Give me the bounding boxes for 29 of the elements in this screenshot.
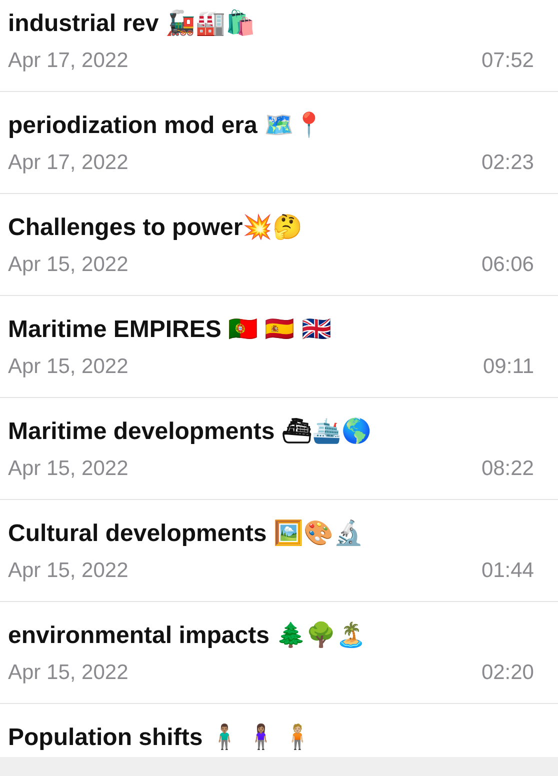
memo-date: Apr 15, 2022: [8, 252, 128, 278]
memo-date: Apr 17, 2022: [8, 48, 128, 74]
memo-duration: 02:23: [481, 150, 534, 176]
memo-row[interactable]: Maritime EMPIRES 🇵🇹 🇪🇸 🇬🇧 Apr 15, 2022 09:11: [0, 296, 558, 398]
memo-title: Maritime EMPIRES 🇵🇹 🇪🇸 🇬🇧: [8, 316, 332, 344]
memo-title: Population shifts 🧍🏽‍♂ 🧍🏽‍♀ 🧍🏼: [8, 724, 313, 752]
memo-duration: 02:20: [481, 660, 534, 686]
memo-duration: 01:44: [481, 558, 534, 584]
memo-row[interactable]: Maritime developments ⛴🛳🌎 Apr 15, 2022 08:22: [0, 398, 558, 500]
memo-title: industrial rev 🚂🏭🛍: [8, 10, 256, 38]
memo-row[interactable]: environmental impacts 🌲🌳🏝 Apr 15, 2022 02:20: [0, 602, 558, 704]
memo-title: environmental impacts 🌲🌳🏝: [8, 622, 366, 650]
memo-duration: 07:52: [481, 48, 534, 74]
memo-date: Apr 15, 2022: [8, 558, 128, 584]
memo-date: Apr 15, 2022: [8, 660, 128, 686]
memo-date: Apr 15, 2022: [8, 354, 128, 380]
memo-duration: 08:22: [481, 456, 534, 482]
memo-row[interactable]: Cultural developments 🖼🎨🔬 Apr 15, 2022 01:44: [0, 500, 558, 602]
memo-row[interactable]: industrial rev 🚂🏭🛍 Apr 17, 2022 07:52: [0, 0, 558, 92]
memo-row[interactable]: periodization mod era 🗺📍 Apr 17, 2022 02:23: [0, 92, 558, 194]
memo-duration: 06:06: [481, 252, 534, 278]
memo-row[interactable]: Challenges to power💥🤔 Apr 15, 2022 06:06: [0, 194, 558, 296]
memo-date: Apr 17, 2022: [8, 150, 128, 176]
memo-title: Cultural developments 🖼🎨🔬: [8, 520, 364, 548]
memo-title: Challenges to power💥🤔: [8, 214, 303, 242]
memo-title: periodization mod era 🗺📍: [8, 112, 324, 140]
memo-date: Apr 15, 2022: [8, 456, 128, 482]
memo-duration: 09:11: [483, 354, 534, 380]
memo-title: Maritime developments ⛴🛳🌎: [8, 418, 372, 446]
